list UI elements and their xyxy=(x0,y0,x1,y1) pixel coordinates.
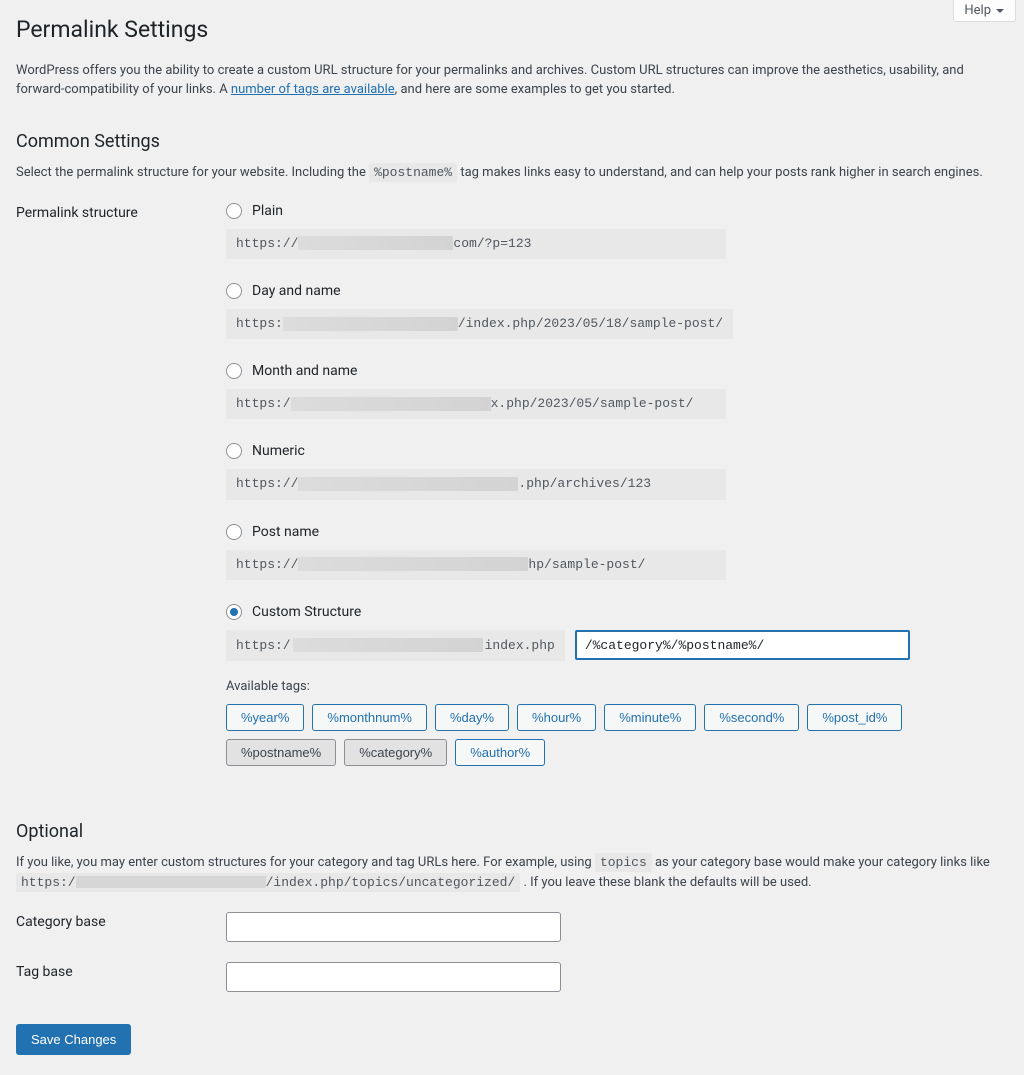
topics-code: topics xyxy=(595,853,652,872)
radio-plain[interactable] xyxy=(226,203,242,219)
tag-button-author[interactable]: %author% xyxy=(455,739,545,766)
option-custom-structure: Custom Structure https:/index.php Availa… xyxy=(226,604,1008,766)
help-tab-label: Help xyxy=(964,3,991,18)
tag-button-post_id[interactable]: %post_id% xyxy=(807,704,902,731)
tags-available-link[interactable]: number of tags are available xyxy=(231,82,395,97)
option-url-example: https://hp/sample-post/ xyxy=(226,550,726,580)
common-settings-desc: Select the permalink structure for your … xyxy=(16,163,1008,183)
chevron-down-icon xyxy=(995,6,1005,16)
option-plain: Plain https://com/?p=123 xyxy=(226,203,1008,259)
tag-base-input[interactable] xyxy=(226,962,561,992)
tag-button-minute[interactable]: %minute% xyxy=(604,704,696,731)
radio-month-and-name[interactable] xyxy=(226,363,242,379)
tag-button-hour[interactable]: %hour% xyxy=(517,704,596,731)
optional-desc: If you like, you may enter custom struct… xyxy=(16,853,1008,892)
optional-heading: Optional xyxy=(16,780,1008,847)
tag-button-monthnum[interactable]: %monthnum% xyxy=(312,704,427,731)
tag-base-label: Tag base xyxy=(16,962,226,980)
help-tab[interactable]: Help xyxy=(953,0,1016,22)
option-url-example: https:/x.php/2023/05/sample-post/ xyxy=(226,389,726,419)
tag-button-second[interactable]: %second% xyxy=(704,704,799,731)
custom-structure-input[interactable] xyxy=(575,630,910,660)
option-label[interactable]: Plain xyxy=(252,203,283,219)
tag-button-year[interactable]: %year% xyxy=(226,704,304,731)
option-label[interactable]: Post name xyxy=(252,524,319,540)
custom-url-prefix: https:/index.php xyxy=(226,630,565,661)
option-url-example: https://com/?p=123 xyxy=(226,229,726,259)
intro-text: WordPress offers you the ability to crea… xyxy=(16,61,1008,100)
option-label[interactable]: Month and name xyxy=(252,363,357,379)
option-url-example: https:/index.php/2023/05/18/sample-post/ xyxy=(226,309,733,339)
available-tags-label: Available tags: xyxy=(226,679,1008,694)
option-label[interactable]: Numeric xyxy=(252,443,305,459)
radio-post-name[interactable] xyxy=(226,524,242,540)
option-day-and-name: Day and name https:/index.php/2023/05/18/… xyxy=(226,283,1008,339)
common-settings-heading: Common Settings xyxy=(16,114,1008,157)
category-base-label: Category base xyxy=(16,912,226,930)
page-title: Permalink Settings xyxy=(16,0,1008,55)
option-month-and-name: Month and name https:/x.php/2023/05/sampl… xyxy=(226,363,1008,419)
radio-custom-structure[interactable] xyxy=(226,604,242,620)
option-url-example: https://.php/archives/123 xyxy=(226,469,726,499)
radio-day-and-name[interactable] xyxy=(226,283,242,299)
option-label[interactable]: Day and name xyxy=(252,283,341,299)
tag-button-day[interactable]: %day% xyxy=(435,704,509,731)
option-numeric: Numeric https://.php/archives/123 xyxy=(226,443,1008,499)
radio-numeric[interactable] xyxy=(226,443,242,459)
postname-tag-code: %postname% xyxy=(369,163,457,182)
example-url-code: https://index.php/topics/uncategorized/ xyxy=(16,873,520,892)
option-post-name: Post name https://hp/sample-post/ xyxy=(226,524,1008,580)
tag-button-postname[interactable]: %postname% xyxy=(226,739,336,766)
save-changes-button[interactable]: Save Changes xyxy=(16,1024,131,1055)
tag-button-category[interactable]: %category% xyxy=(344,739,447,766)
category-base-input[interactable] xyxy=(226,912,561,942)
permalink-structure-label: Permalink structure xyxy=(16,203,226,221)
option-label[interactable]: Custom Structure xyxy=(252,604,361,620)
